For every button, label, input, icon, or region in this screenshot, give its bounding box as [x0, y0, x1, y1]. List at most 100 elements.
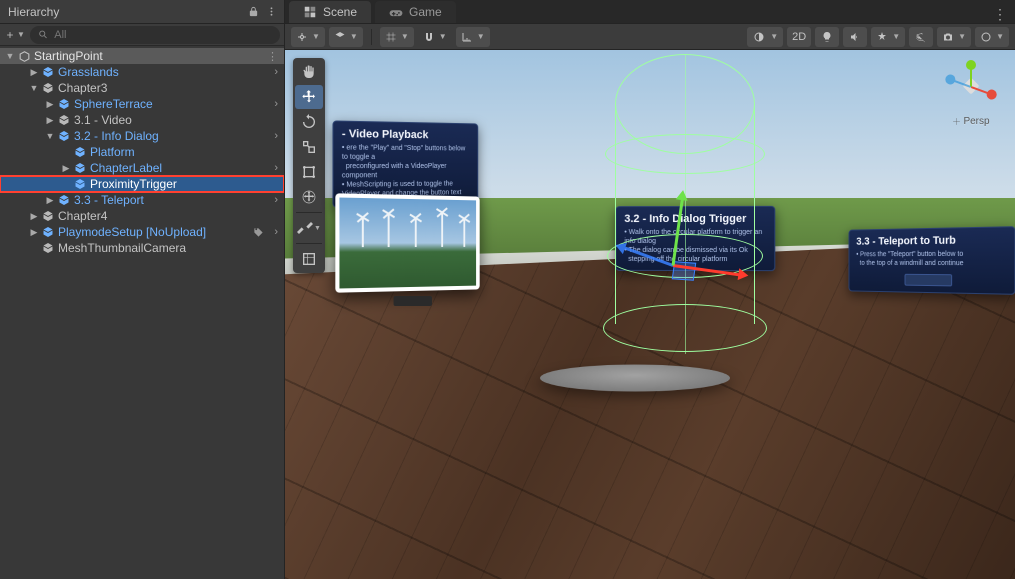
prefab-icon — [56, 96, 72, 112]
hierarchy-toolbar: ▼ — [0, 24, 284, 46]
open-prefab-icon[interactable]: › — [274, 194, 278, 206]
tree-item-label: Chapter4 — [58, 209, 107, 223]
hierarchy-tree: ▼ StartingPoint ⋮ ▶ Grasslands › ▼ Chapt… — [0, 46, 284, 579]
expand-arrow-icon[interactable]: ▼ — [4, 50, 16, 62]
tool-rect[interactable] — [295, 160, 323, 184]
tree-item-meshthumbnailcamera[interactable]: MeshThumbnailCamera — [0, 240, 284, 256]
axis-y-icon[interactable] — [970, 65, 972, 87]
tool-2d-toggle[interactable]: 2D — [787, 27, 811, 47]
kebab-icon[interactable] — [264, 5, 278, 19]
create-dropdown[interactable]: ▼ — [4, 27, 26, 43]
expand-arrow-icon[interactable]: ▶ — [60, 162, 72, 174]
scene-view[interactable]: ▼ Persp - Video Playback • ere the "Play… — [285, 50, 1015, 579]
tool-custom-tools[interactable]: ▼ — [295, 216, 323, 240]
tag-icon — [253, 227, 264, 238]
collider-wireframe — [595, 54, 775, 354]
prefab-icon — [72, 160, 88, 176]
tool-lighting-toggle[interactable] — [815, 27, 839, 47]
tree-item-chapter4[interactable]: ▶ Chapter4 — [0, 208, 284, 224]
scene-video-caption — [394, 296, 432, 306]
scene-tab-icon — [303, 5, 317, 19]
tool-grid-toggle[interactable]: ▼ — [380, 27, 414, 47]
tree-item-label: 3.2 - Info Dialog — [74, 129, 159, 143]
scene-row[interactable]: ▼ StartingPoint ⋮ — [0, 48, 284, 64]
tool-audio-toggle[interactable] — [843, 27, 867, 47]
tree-item-label: PlaymodeSetup [NoUpload] — [58, 225, 206, 239]
game-tab-icon — [389, 5, 403, 19]
tool-snap-toggle[interactable]: ▼ — [418, 27, 452, 47]
tool-scale[interactable] — [295, 135, 323, 159]
scene-platform-mesh — [540, 364, 730, 391]
prefab-icon — [72, 144, 88, 160]
scene-panel-33: 3.3 - Teleport to Turb • Press the "Tele… — [849, 226, 1015, 295]
expand-arrow-icon[interactable]: ▼ — [44, 130, 56, 142]
tree-item-31video[interactable]: ▶ 3.1 - Video — [0, 112, 284, 128]
unity-scene-icon — [16, 48, 32, 64]
prefab-icon — [56, 128, 72, 144]
tree-item-label: 3.1 - Video — [74, 113, 132, 127]
perspective-toggle[interactable]: Persp — [952, 116, 989, 127]
tool-hidden-toggle[interactable] — [909, 27, 933, 47]
tool-extra[interactable] — [295, 247, 323, 271]
tree-item-label: Platform — [90, 145, 135, 159]
viewport-tabs: Scene Game ⋮ — [285, 0, 1015, 24]
tool-space-dropdown[interactable]: ▼ — [329, 27, 363, 47]
scene-video-frame — [335, 193, 479, 292]
prefab-icon — [56, 192, 72, 208]
tree-item-chapterlabel[interactable]: ▶ ChapterLabel › — [0, 160, 284, 176]
tool-transform[interactable] — [295, 185, 323, 209]
tool-drawmode-dropdown[interactable]: ▼ — [747, 27, 783, 47]
hierarchy-search-input[interactable] — [54, 29, 272, 41]
hierarchy-header: Hierarchy — [0, 0, 284, 24]
tree-item-label: Chapter3 — [58, 81, 107, 95]
tree-item-33teleport[interactable]: ▶ 3.3 - Teleport › — [0, 192, 284, 208]
gameobject-icon — [40, 240, 56, 256]
tool-fx-toggle[interactable]: ▼ — [871, 27, 905, 47]
open-prefab-icon[interactable]: › — [274, 130, 278, 142]
panel-title: 3.3 - Teleport to Turb — [856, 234, 1006, 248]
tool-rotate[interactable] — [295, 110, 323, 134]
hierarchy-title: Hierarchy — [6, 5, 242, 19]
tree-item-proximitytrigger[interactable]: ProximityTrigger — [0, 176, 284, 192]
tool-camera-dropdown[interactable]: ▼ — [937, 27, 971, 47]
tool-move[interactable] — [295, 85, 323, 109]
tab-scene[interactable]: Scene — [289, 1, 371, 23]
expand-arrow-icon[interactable]: ▶ — [44, 114, 56, 126]
tree-item-playmodesetup[interactable]: ▶ PlaymodeSetup [NoUpload] › — [0, 224, 284, 240]
prefab-icon — [72, 176, 88, 192]
tree-item-sphereterrace[interactable]: ▶ SphereTerrace › — [0, 96, 284, 112]
tab-game-label: Game — [409, 5, 442, 19]
expand-arrow-icon[interactable]: ▶ — [44, 194, 56, 206]
prefab-icon — [40, 224, 56, 240]
tab-game[interactable]: Game — [375, 1, 456, 23]
tool-gizmos-dropdown[interactable]: ▼ — [975, 27, 1009, 47]
open-prefab-icon[interactable]: › — [274, 98, 278, 110]
tree-item-label: SphereTerrace — [74, 97, 153, 111]
expand-arrow-icon[interactable]: ▶ — [28, 226, 40, 238]
tree-item-platform[interactable]: Platform — [0, 144, 284, 160]
expand-arrow-icon[interactable]: ▶ — [28, 210, 40, 222]
prefab-icon — [40, 64, 56, 80]
open-prefab-icon[interactable]: › — [274, 66, 278, 78]
kebab-icon[interactable]: ⋮ — [267, 50, 278, 63]
tree-item-label: 3.3 - Teleport — [74, 193, 144, 207]
expand-arrow-icon[interactable]: ▶ — [44, 98, 56, 110]
hierarchy-panel: Hierarchy ▼ ▼ StartingPoint ⋮ — [0, 0, 285, 579]
expand-arrow-icon[interactable]: ▶ — [28, 66, 40, 78]
orientation-gizmo[interactable]: Persp — [941, 60, 1001, 132]
panel-title: - Video Playback — [342, 128, 470, 142]
open-prefab-icon[interactable]: › — [274, 162, 278, 174]
lock-icon[interactable] — [246, 5, 260, 19]
hierarchy-search[interactable] — [30, 26, 280, 44]
tree-item-grasslands[interactable]: ▶ Grasslands › — [0, 64, 284, 80]
tree-item-label: ProximityTrigger — [90, 177, 177, 191]
gameobject-icon — [40, 80, 56, 96]
tool-hand[interactable] — [295, 60, 323, 84]
tool-increment-snap[interactable]: ▼ — [456, 27, 490, 47]
tool-pivot-dropdown[interactable]: ▼ — [291, 27, 325, 47]
kebab-icon[interactable]: ⋮ — [993, 6, 1007, 23]
tree-item-chapter3[interactable]: ▼ Chapter3 — [0, 80, 284, 96]
expand-arrow-icon[interactable]: ▼ — [28, 82, 40, 94]
tree-item-32infodialog[interactable]: ▼ 3.2 - Info Dialog › — [0, 128, 284, 144]
open-prefab-icon[interactable]: › — [274, 226, 278, 238]
